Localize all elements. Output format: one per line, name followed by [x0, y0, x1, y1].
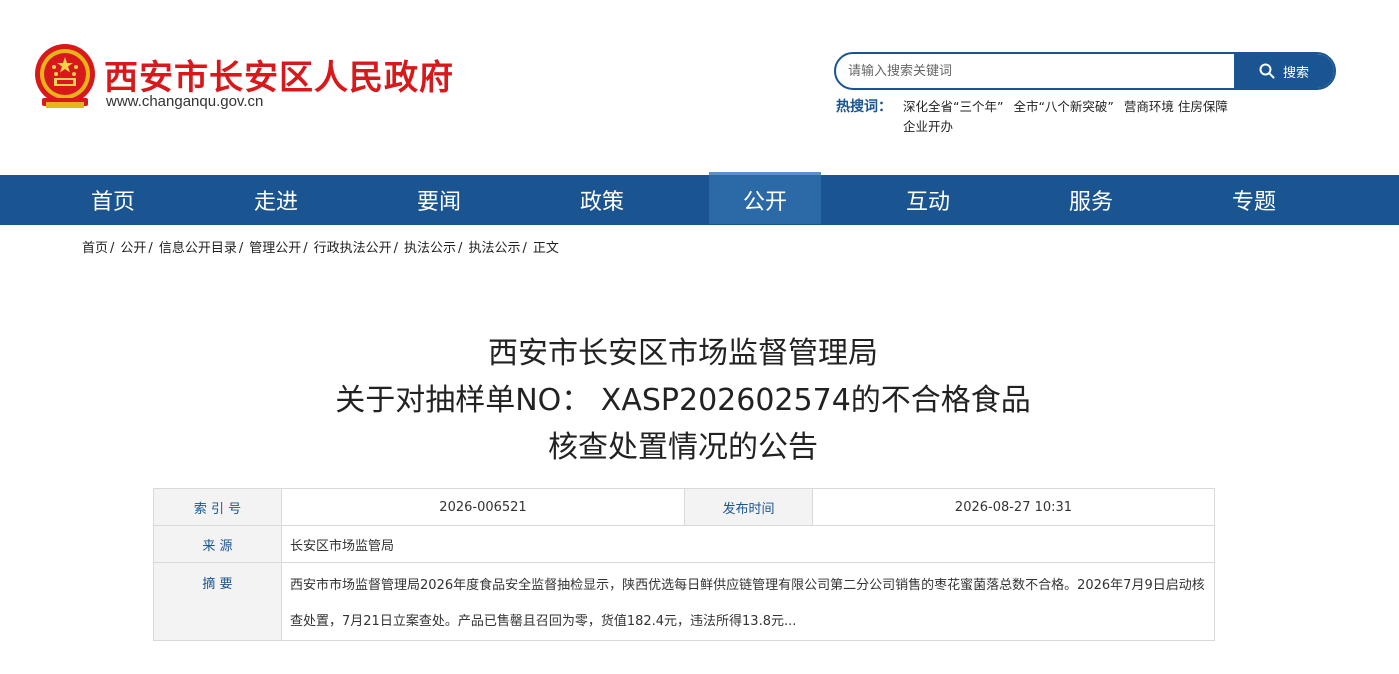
hot-word-link[interactable]: 企业开办: [903, 119, 953, 134]
table-row: 摘 要 西安市市场监督管理局2026年度食品安全监督抽检显示，陕西优选每日鲜供应…: [153, 562, 1215, 641]
search-icon: [1259, 63, 1275, 79]
summary-label: 摘 要: [153, 562, 282, 641]
nav-item-topics[interactable]: 专题: [1198, 175, 1310, 225]
nav-item-about[interactable]: 走进: [220, 175, 332, 225]
nav-item-policy[interactable]: 政策: [546, 175, 658, 225]
publish-date-label: 发布时间: [684, 488, 813, 526]
source-value: 长安区市场监管局: [281, 525, 1215, 563]
article-title-line: 核查处置情况的公告: [548, 430, 818, 465]
nav-item-interaction[interactable]: 互动: [872, 175, 984, 225]
search-box: 搜索: [834, 52, 1336, 90]
publish-date-value: 2026-08-27 10:31: [812, 488, 1215, 526]
breadcrumb-link[interactable]: 执法公示: [468, 241, 520, 256]
nav-item-service[interactable]: 服务: [1035, 175, 1147, 225]
table-row: 来 源 长安区市场监管局: [153, 525, 1215, 563]
national-emblem-icon: [35, 44, 95, 108]
article-title-line: 关于对抽样单NO： XASP202602574的不合格食品: [335, 383, 1031, 418]
breadcrumb-link[interactable]: 公开: [120, 241, 146, 256]
breadcrumb-link[interactable]: 信息公开目录: [159, 241, 237, 256]
breadcrumb-link[interactable]: 行政执法公开: [314, 241, 392, 256]
source-label: 来 源: [153, 525, 282, 563]
index-number-value: 2026-006521: [281, 488, 685, 526]
site-header: 西安市长安区人民政府 www.changanqu.gov.cn 搜索 热搜词： …: [0, 0, 1399, 175]
main-nav: 首页 走进 要闻 政策 公开 互动 服务 专题: [0, 172, 1399, 225]
nav-item-home[interactable]: 首页: [57, 175, 169, 225]
breadcrumb-link[interactable]: 管理公开: [249, 241, 301, 256]
hot-search-links: 深化全省“三个年” 全市“八个新突破” 营商环境 住房保障企业开办: [903, 97, 1303, 137]
hot-word-link[interactable]: 住房保障: [1178, 99, 1228, 114]
nav-item-news[interactable]: 要闻: [383, 175, 495, 225]
table-row: 索 引 号 2026-006521 发布时间 2026-08-27 10:31: [153, 488, 1215, 526]
search-button[interactable]: 搜索: [1234, 54, 1334, 88]
hot-word-link[interactable]: 深化全省“三个年”: [903, 99, 1003, 114]
info-table: 索 引 号 2026-006521 发布时间 2026-08-27 10:31 …: [153, 488, 1215, 641]
article-title-line: 西安市长安区市场监督管理局: [488, 336, 878, 371]
breadcrumb: 首页 / 公开 / 信息公开目录 / 管理公开 / 行政执法公开 / 执法公示 / 执法公示 / 正文: [82, 241, 559, 256]
hot-word-link[interactable]: 全市“八个新突破”: [1013, 99, 1113, 114]
breadcrumb-current: 正文: [532, 241, 559, 256]
site-title[interactable]: 西安市长安区人民政府: [104, 50, 454, 99]
hot-word-link[interactable]: 营商环境: [1124, 99, 1174, 114]
breadcrumb-link[interactable]: 首页: [82, 241, 108, 256]
article-title: 西安市长安区市场监督管理局 关于对抽样单NO： XASP202602574的不合…: [0, 330, 1366, 471]
search-input[interactable]: [836, 54, 1234, 88]
site-url: www.changanqu.gov.cn: [106, 93, 264, 110]
nav-item-open[interactable]: 公开: [709, 172, 821, 224]
breadcrumb-link[interactable]: 执法公示: [404, 241, 456, 256]
hot-search-label: 热搜词：: [836, 99, 892, 115]
index-number-label: 索 引 号: [153, 488, 282, 526]
summary-value: 西安市市场监督管理局2026年度食品安全监督抽检显示，陕西优选每日鲜供应链管理有…: [281, 562, 1215, 641]
search-button-label: 搜索: [1282, 65, 1309, 81]
